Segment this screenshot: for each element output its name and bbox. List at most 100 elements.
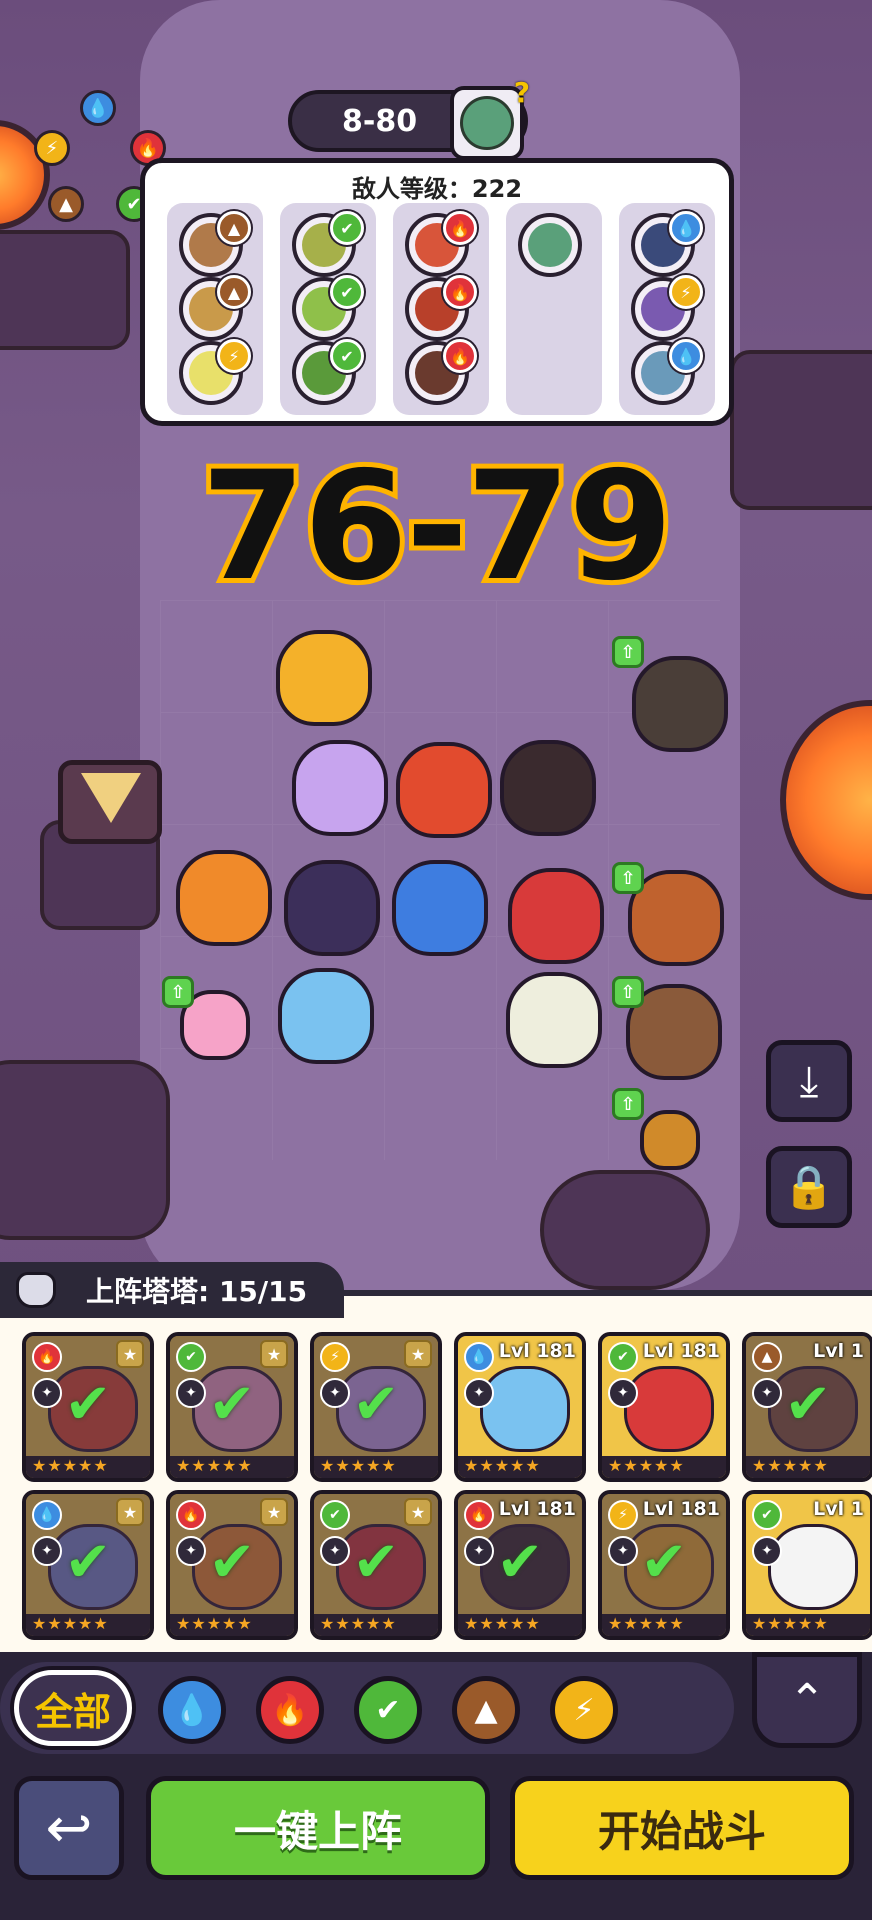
enemy-portrait[interactable]: 🔥 bbox=[405, 339, 477, 405]
enemy-portrait[interactable] bbox=[518, 213, 582, 277]
download-button[interactable]: ⤓ bbox=[766, 1040, 852, 1122]
star-rating: ★★★★★ bbox=[746, 1456, 870, 1478]
grass-icon: ✔ bbox=[375, 1692, 401, 1728]
enemy-portrait[interactable]: 🔥 bbox=[405, 275, 477, 341]
rock-decoration bbox=[0, 230, 130, 350]
unit-purple-cat[interactable] bbox=[292, 740, 388, 836]
favorite-star-icon[interactable]: ★ bbox=[116, 1498, 144, 1526]
unit-flower[interactable] bbox=[508, 868, 604, 964]
upgrade-icon: ⇧ bbox=[612, 636, 644, 668]
collapse-button[interactable]: ⌃ bbox=[752, 1652, 862, 1748]
tower-card[interactable]: 💧 ✦ Lvl 181 ★★★★★ bbox=[454, 1332, 586, 1482]
enemy-portrait[interactable]: 💧 bbox=[631, 339, 703, 405]
filter-grass-button[interactable]: ✔ bbox=[354, 1676, 422, 1744]
unit-fire-wolf[interactable] bbox=[500, 740, 596, 836]
filter-earth-button[interactable]: ▲ bbox=[452, 1676, 520, 1744]
star-rating: ★★★★★ bbox=[26, 1614, 150, 1636]
role-icon: ✦ bbox=[464, 1378, 494, 1408]
action-bar: ↩ 一键上阵 开始战斗 bbox=[0, 1762, 872, 1920]
role-icon: ✦ bbox=[608, 1378, 638, 1408]
tower-card[interactable]: 🔥 ✦ ★ ★★★★★ ✔ bbox=[22, 1332, 154, 1482]
filter-fire-button[interactable]: 🔥 bbox=[256, 1676, 324, 1744]
star-rating: ★★★★★ bbox=[746, 1614, 870, 1636]
tower-card[interactable]: ✔ ✦ Lvl 1 ★★★★★ bbox=[742, 1490, 872, 1640]
water-icon: 💧 bbox=[669, 211, 703, 245]
enemy-portrait[interactable]: ✔ bbox=[292, 211, 364, 277]
electric-icon: ⚡ bbox=[573, 1692, 595, 1728]
filter-electric-button[interactable]: ⚡ bbox=[550, 1676, 618, 1744]
tower-level: Lvl 181 bbox=[642, 1340, 720, 1362]
unit-ice-lizard[interactable] bbox=[278, 968, 374, 1064]
favorite-star-icon[interactable]: ★ bbox=[404, 1498, 432, 1526]
unit-seed-sprout[interactable] bbox=[506, 972, 602, 1068]
deployed-check-icon: ✔ bbox=[352, 1372, 400, 1437]
tower-card[interactable]: ▲ ✦ Lvl 1 ★★★★★ ✔ bbox=[742, 1332, 872, 1482]
tower-card[interactable]: ⚡ ✦ Lvl 181 ★★★★★ ✔ bbox=[598, 1490, 730, 1640]
enemy-portrait[interactable]: 💧 bbox=[631, 211, 703, 277]
lock-icon: 🔒 bbox=[782, 1162, 836, 1211]
robot-cat-icon bbox=[16, 1272, 56, 1308]
enemy-portrait[interactable]: ✔ bbox=[292, 275, 364, 341]
favorite-star-icon[interactable]: ★ bbox=[260, 1340, 288, 1368]
element-filter-bar: 全部 💧 🔥 ✔ ▲ ⚡ ⌃ bbox=[0, 1652, 872, 1762]
tower-card[interactable]: 🔥 ✦ Lvl 181 ★★★★★ ✔ bbox=[454, 1490, 586, 1640]
download-icon: ⤓ bbox=[799, 1056, 819, 1105]
stage-indicator: 8-80 ? bbox=[288, 76, 530, 160]
unit-lion[interactable] bbox=[276, 630, 372, 726]
enemy-portrait[interactable]: ▲ bbox=[179, 211, 251, 277]
star-rating: ★★★★★ bbox=[170, 1456, 294, 1478]
fire-icon: 🔥 bbox=[271, 1692, 309, 1728]
fire-icon: 🔥 bbox=[443, 339, 477, 373]
star-rating: ★★★★★ bbox=[602, 1614, 726, 1636]
favorite-star-icon[interactable]: ★ bbox=[116, 1340, 144, 1368]
tower-card[interactable]: 💧 ✦ ★ ★★★★★ ✔ bbox=[22, 1490, 154, 1640]
question-icon: ? bbox=[513, 76, 530, 109]
enemy-portrait[interactable]: ⚡ bbox=[179, 339, 251, 405]
upgrade-icon: ⇧ bbox=[612, 862, 644, 894]
filter-all-button[interactable]: 全部 bbox=[14, 1670, 132, 1746]
unit-fire-dragon[interactable] bbox=[396, 742, 492, 838]
unit-blue-fox[interactable] bbox=[392, 860, 488, 956]
unit-dark-unicorn[interactable] bbox=[284, 860, 380, 956]
deployed-check-icon: ✔ bbox=[64, 1530, 112, 1595]
earth-icon: ▲ bbox=[48, 186, 84, 222]
unit-fire-bunny[interactable] bbox=[176, 850, 272, 946]
earth-icon: ▲ bbox=[217, 211, 251, 245]
tower-card[interactable]: 🔥 ✦ ★ ★★★★★ ✔ bbox=[166, 1490, 298, 1640]
water-icon: 💧 bbox=[669, 339, 703, 373]
back-button[interactable]: ↩ bbox=[14, 1776, 124, 1880]
roster-panel: 🔥 ✦ ★ ★★★★★ ✔ ✔ ✦ ★ ★★★★★ ✔ ⚡ ✦ ★ ★★★★★ ✔ 💧 ✦ Lvl 181 ★★★★… bbox=[0, 1290, 872, 1652]
enemy-portrait[interactable]: ⚡ bbox=[631, 275, 703, 341]
water-icon: 💧 bbox=[32, 1500, 62, 1530]
filter-water-button[interactable]: 💧 bbox=[158, 1676, 226, 1744]
tower-card[interactable]: ✔ ✦ Lvl 181 ★★★★★ bbox=[598, 1332, 730, 1482]
unit-bird[interactable] bbox=[632, 656, 728, 752]
spawn-pedestal bbox=[58, 760, 162, 844]
auto-deploy-button[interactable]: 一键上阵 bbox=[146, 1776, 490, 1880]
electric-icon: ⚡ bbox=[217, 339, 251, 373]
enemy-portrait[interactable]: 🔥 bbox=[405, 211, 477, 277]
boss-button[interactable]: ? bbox=[450, 76, 530, 160]
tower-portrait bbox=[480, 1366, 570, 1452]
tower-card[interactable]: ⚡ ✦ ★ ★★★★★ ✔ bbox=[310, 1332, 442, 1482]
unit-snail[interactable] bbox=[640, 1110, 700, 1170]
rock-decoration bbox=[0, 1060, 170, 1240]
star-rating: ★★★★★ bbox=[602, 1456, 726, 1478]
enemy-portrait[interactable]: ▲ bbox=[179, 275, 251, 341]
lock-button[interactable]: 🔒 bbox=[766, 1146, 852, 1228]
star-rating: ★★★★★ bbox=[170, 1614, 294, 1636]
favorite-star-icon[interactable]: ★ bbox=[260, 1498, 288, 1526]
favorite-star-icon[interactable]: ★ bbox=[404, 1340, 432, 1368]
flag-icon bbox=[81, 773, 141, 823]
zombie-boss-icon bbox=[460, 96, 514, 150]
tower-card[interactable]: ✔ ✦ ★ ★★★★★ ✔ bbox=[166, 1332, 298, 1482]
rock-decoration bbox=[540, 1170, 710, 1290]
enemy-portrait[interactable]: ✔ bbox=[292, 339, 364, 405]
start-battle-button[interactable]: 开始战斗 bbox=[510, 1776, 854, 1880]
role-icon: ✦ bbox=[752, 1536, 782, 1566]
grass-icon: ✔ bbox=[330, 275, 364, 309]
enemy-column bbox=[506, 203, 602, 415]
electric-icon: ⚡ bbox=[320, 1342, 350, 1372]
tower-level: Lvl 181 bbox=[498, 1498, 576, 1520]
tower-card[interactable]: ✔ ✦ ★ ★★★★★ ✔ bbox=[310, 1490, 442, 1640]
